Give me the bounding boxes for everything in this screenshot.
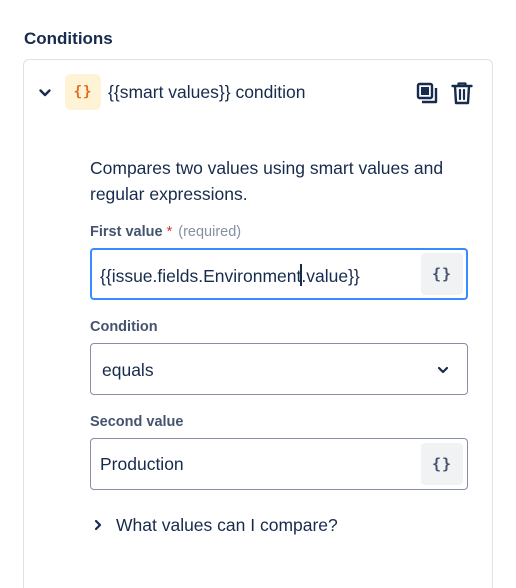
first-value-input[interactable]: {{issue.fields.Environment.value}} {} — [90, 248, 468, 300]
first-value-label-text: First value — [90, 224, 163, 240]
first-value-smart-values-button[interactable]: {} — [421, 253, 463, 295]
trash-icon[interactable] — [451, 81, 473, 105]
first-value-text-before-caret: {{issue.fields.Environment — [100, 266, 302, 286]
what-values-link[interactable]: What values can I compare? — [116, 515, 338, 536]
condition-label: Condition — [90, 319, 158, 335]
chevron-right-icon — [94, 519, 102, 531]
condition-select[interactable]: equals — [90, 343, 468, 395]
condition-description: Compares two values using smart values a… — [90, 158, 444, 204]
second-value-text[interactable]: Production — [100, 454, 184, 475]
condition-title: {{smart values}} condition — [108, 82, 306, 102]
second-value-smart-values-button[interactable]: {} — [421, 443, 463, 485]
required-asterisk: * — [166, 224, 173, 240]
what-values-expander[interactable]: What values can I compare? — [92, 513, 338, 537]
first-value-label: First value * (required) — [90, 224, 241, 240]
first-value-text-after-caret: .value}} — [301, 266, 360, 286]
conditions-section-title: Conditions — [24, 29, 113, 48]
second-value-label: Second value — [90, 414, 184, 430]
first-value-text[interactable]: {{issue.fields.Environment.value}} — [100, 264, 360, 287]
condition-header[interactable]: {} {{smart values}} condition — [24, 60, 492, 124]
condition-card: {} {{smart values}} condition Compares t… — [23, 59, 493, 588]
copy-icon[interactable] — [416, 82, 438, 104]
chevron-down-icon[interactable] — [38, 86, 52, 100]
required-hint: (required) — [178, 224, 242, 240]
smart-value-braces-icon: {} — [65, 74, 101, 110]
condition-select-value: equals — [102, 360, 154, 380]
chevron-down-icon — [437, 366, 449, 374]
second-value-input[interactable]: Production {} — [90, 438, 468, 490]
